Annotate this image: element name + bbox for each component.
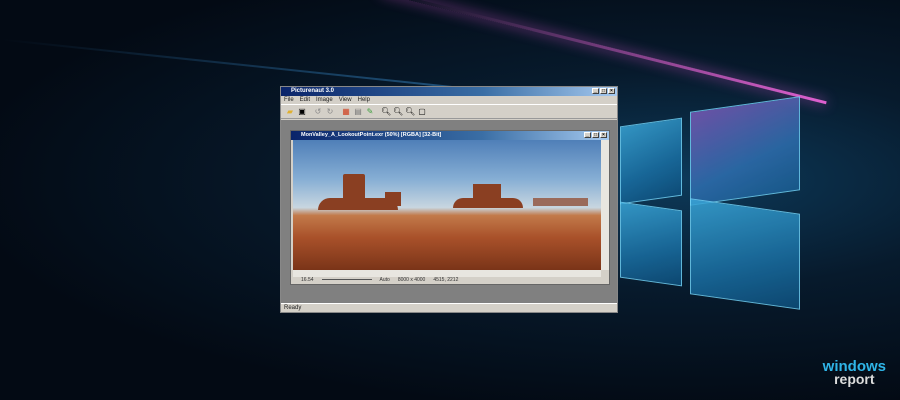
zoom-out-icon[interactable]: 🔍︎	[393, 107, 403, 117]
undo-icon[interactable]: ↺	[313, 107, 323, 117]
color-icon[interactable]: ✎	[365, 107, 375, 117]
zoom-in-icon[interactable]: 🔍︎	[381, 107, 391, 117]
title-bar[interactable]: Picturenaut 3.0 _ □ ×	[281, 87, 617, 96]
image-canvas[interactable]	[293, 140, 601, 270]
tonemap-icon[interactable]: ▤	[353, 107, 363, 117]
windows-logo-pane	[620, 201, 682, 287]
maximize-button[interactable]: □	[600, 88, 607, 94]
app-window: Picturenaut 3.0 _ □ × File Edit Image View…	[280, 86, 618, 313]
windows-logo-pane	[620, 117, 682, 205]
doc-minimize-button[interactable]: _	[584, 132, 591, 138]
image-size: 8000 x 4000	[397, 277, 426, 283]
window-title: Picturenaut 3.0	[291, 88, 335, 94]
document-title: MonValley_A_LookoutPoint.exr (50%) [RGBA…	[301, 132, 442, 138]
menu-help[interactable]: Help	[358, 96, 370, 104]
document-info-bar: 16.54 Auto 8000 x 4000 4515, 2212	[293, 276, 609, 284]
exposure-slider[interactable]	[321, 276, 372, 280]
doc-maximize-button[interactable]: □	[592, 132, 599, 138]
zoom-fit-icon[interactable]: 🔍︎	[405, 107, 415, 117]
menu-view[interactable]: View	[339, 96, 352, 104]
redo-icon[interactable]: ↻	[325, 107, 335, 117]
windows-logo-pane	[690, 96, 800, 206]
save-icon[interactable]: ▣	[297, 107, 307, 117]
doc-close-button[interactable]: ×	[600, 132, 607, 138]
toolbar: ▰ ▣ ↺ ↻ ▦ ▤ ✎ 🔍︎ 🔍︎ 🔍︎ ▢	[281, 104, 617, 119]
minimize-button[interactable]: _	[592, 88, 599, 94]
open-icon[interactable]: ▰	[285, 107, 295, 117]
document-title-bar[interactable]: MonValley_A_LookoutPoint.exr (50%) [RGBA…	[291, 131, 609, 140]
cursor-position: 4515, 2212	[433, 277, 459, 283]
image-document-window: MonValley_A_LookoutPoint.exr (50%) [RGBA…	[290, 130, 610, 285]
windows-report-logo: windows report	[823, 359, 886, 386]
workspace: MonValley_A_LookoutPoint.exr (50%) [RGBA…	[281, 120, 617, 304]
zoom-100-icon[interactable]: ▢	[417, 107, 427, 117]
tonemap-mode[interactable]: Auto	[380, 276, 390, 284]
close-button[interactable]: ×	[608, 88, 615, 94]
menu-file[interactable]: File	[284, 96, 294, 104]
vertical-scrollbar[interactable]	[601, 140, 609, 270]
exposure-value: 16.54	[301, 277, 314, 283]
hdr-icon[interactable]: ▦	[341, 107, 351, 117]
menu-edit[interactable]: Edit	[300, 96, 310, 104]
status-bar: Ready	[281, 303, 617, 312]
windows-logo-pane	[690, 198, 800, 310]
menu-image[interactable]: Image	[316, 96, 333, 104]
menu-bar: File Edit Image View Help	[281, 96, 617, 104]
